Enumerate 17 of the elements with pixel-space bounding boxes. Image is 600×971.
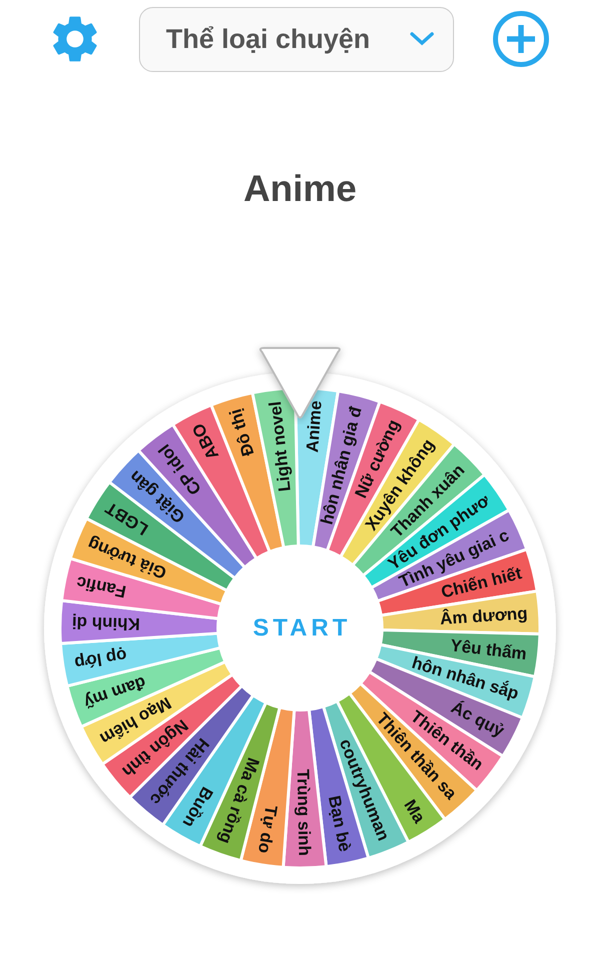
segment-label: Light novel bbox=[266, 400, 294, 493]
segment-label: Tự do bbox=[254, 804, 281, 855]
segment-label: Ma bbox=[400, 796, 429, 826]
add-icon[interactable] bbox=[492, 10, 550, 68]
chevron-down-icon bbox=[409, 31, 435, 47]
segment-label: Ác quỷ bbox=[448, 698, 508, 740]
segment-label: Fanfic bbox=[74, 572, 128, 602]
segment-label: Anime bbox=[302, 400, 326, 454]
segment-label: ọp lớp bbox=[73, 646, 128, 672]
segment-label: Âm dương bbox=[439, 604, 528, 628]
segment-label: Trùng sinh bbox=[293, 768, 314, 856]
segment-label: ABO bbox=[188, 420, 223, 463]
segment-label: Đô thị bbox=[226, 406, 258, 458]
segment-label: Khinh dị bbox=[72, 612, 140, 634]
result-title: Anime bbox=[243, 168, 357, 211]
segment-label: Yêu thấm bbox=[449, 636, 528, 664]
category-dropdown[interactable]: Thể loại chuyện bbox=[139, 6, 454, 72]
